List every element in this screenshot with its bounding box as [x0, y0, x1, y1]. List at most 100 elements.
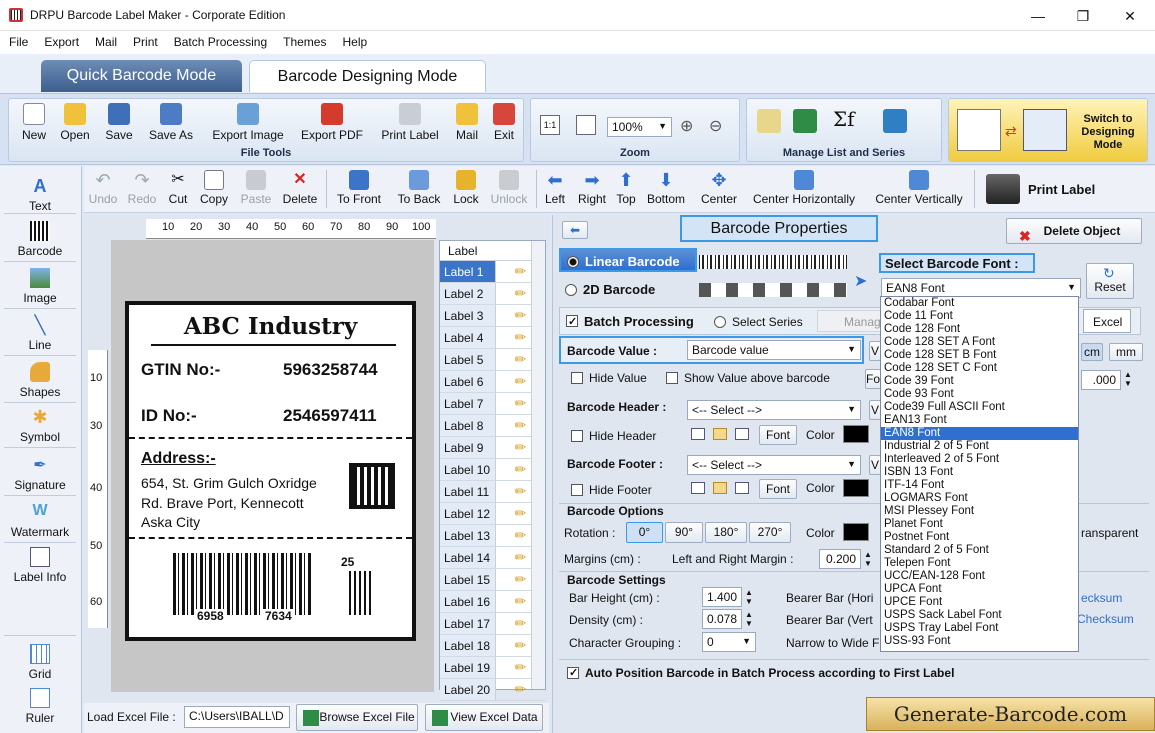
menu-export[interactable]: Export	[35, 31, 86, 49]
font-option[interactable]: Code39 Full ASCII Font	[881, 401, 1078, 414]
paste-button[interactable]: Paste	[238, 170, 274, 206]
hide-header-checkbox[interactable]: Hide Header	[571, 429, 656, 443]
maximize-button[interactable]: ❐	[1063, 4, 1103, 28]
font-option[interactable]: USPS Sack Label Font	[881, 609, 1078, 622]
font-option[interactable]: UPCE Font	[881, 596, 1078, 609]
rotation-270-button[interactable]: 270°	[749, 522, 791, 543]
shapes-tool[interactable]: Shapes	[0, 362, 80, 399]
label-list-item[interactable]: Label 15 ✏	[440, 569, 545, 591]
align-center-icon[interactable]	[713, 482, 727, 494]
export-image-button[interactable]: Export Image	[207, 103, 289, 142]
label-list-item[interactable]: Label 2 ✏	[440, 283, 545, 305]
switch-designing-button[interactable]: ⇄ Switch to Designing Mode	[948, 98, 1148, 162]
save-button[interactable]: Save	[101, 103, 137, 142]
density-input[interactable]: 0.078	[702, 609, 742, 629]
unlock-button[interactable]: Unlock	[488, 170, 530, 206]
label-list-item[interactable]: Label 7 ✏	[440, 393, 545, 415]
font-option[interactable]: Code 39 Font	[881, 375, 1078, 388]
unit-mm-button[interactable]: mm	[1109, 343, 1143, 361]
mail-button[interactable]: Mail	[451, 103, 483, 142]
font-option[interactable]: MSI Plessey Font	[881, 505, 1078, 518]
label-list-item[interactable]: Label 12 ✏	[440, 503, 545, 525]
header-color-swatch[interactable]	[843, 425, 869, 443]
font-option[interactable]: Code 128 Font	[881, 323, 1078, 336]
label-list-item[interactable]: Label 5 ✏	[440, 349, 545, 371]
font-option[interactable]: EAN8 Font	[881, 427, 1078, 440]
export-pdf-button[interactable]: Export PDF	[297, 103, 367, 142]
font-option[interactable]: USS-93 Font	[881, 635, 1078, 648]
label-list-item[interactable]: Label 18 ✏	[440, 635, 545, 657]
new-button[interactable]: New	[19, 103, 49, 142]
align-right-button[interactable]: ➡ Right	[576, 170, 608, 206]
spinner-icon[interactable]: ▲ ▼	[745, 588, 753, 606]
spinner-icon[interactable]: ▲ ▼	[864, 550, 872, 568]
cut-button[interactable]: ✂ Cut	[166, 170, 190, 206]
align-top-button[interactable]: ⬆ Top	[614, 170, 638, 206]
excel-path-input[interactable]: C:\Users\IBALL\D	[184, 706, 290, 728]
char-grouping-select[interactable]: 0 ▼	[702, 632, 756, 652]
header-font-button[interactable]: Font	[759, 425, 797, 445]
menu-mail[interactable]: Mail	[86, 31, 124, 49]
delete-button[interactable]: ✕ Delete	[280, 170, 320, 206]
image-tool[interactable]: Image	[0, 268, 80, 305]
formula-icon[interactable]: Σf	[833, 107, 855, 131]
copy-button[interactable]: Copy	[196, 170, 232, 206]
hide-value-checkbox[interactable]: Hide Value	[571, 371, 647, 385]
rotation-0-button[interactable]: 0°	[626, 522, 663, 543]
tab-barcode-designing-mode[interactable]: Barcode Designing Mode	[249, 60, 486, 92]
series-icon[interactable]	[883, 109, 907, 133]
font-option[interactable]: Code 11 Font	[881, 310, 1078, 323]
font-option[interactable]: ISBN 13 Font	[881, 466, 1078, 479]
fit-icon[interactable]	[576, 115, 596, 135]
footer-select[interactable]: <-- Select --> ▼	[687, 455, 861, 475]
center-vertically-button[interactable]: Center Vertically	[870, 170, 968, 206]
font-option[interactable]: Code 128 SET B Font	[881, 349, 1078, 362]
font-option[interactable]: Industrial 2 of 5 Font	[881, 440, 1078, 453]
font-option[interactable]: LOGMARS Font	[881, 492, 1078, 505]
menu-themes[interactable]: Themes	[274, 31, 333, 49]
save-as-button[interactable]: Save As	[143, 103, 199, 142]
barcode-font-select[interactable]: EAN8 Font ▼	[881, 278, 1081, 298]
label-list-item[interactable]: Label 6 ✏	[440, 371, 545, 393]
show-value-above-checkbox[interactable]: Show Value above barcode	[666, 371, 830, 385]
grid-tool[interactable]: Grid	[0, 644, 80, 681]
exit-button[interactable]: Exit	[489, 103, 519, 142]
font-option[interactable]: Telepen Font	[881, 557, 1078, 570]
label-list-item[interactable]: Label 10 ✏	[440, 459, 545, 481]
print-label-ribbon-button[interactable]: Print Label	[377, 103, 443, 142]
center-button[interactable]: ✥ Center	[698, 170, 740, 206]
linear-barcode-radio[interactable]: Linear Barcode	[559, 248, 697, 272]
to-back-button[interactable]: To Back	[394, 170, 444, 206]
undo-button[interactable]: ↶ Undo	[88, 170, 118, 206]
label-list-item[interactable]: Label 9 ✏	[440, 437, 545, 459]
font-option[interactable]: Standard 2 of 5 Font	[881, 544, 1078, 557]
menu-file[interactable]: File	[0, 31, 35, 49]
align-left-icon[interactable]	[691, 428, 705, 440]
value-spacing-input[interactable]: .000	[1081, 370, 1121, 390]
font-option[interactable]: Planet Font	[881, 518, 1078, 531]
menu-print[interactable]: Print	[124, 31, 165, 49]
delete-object-button[interactable]: ✖ Delete Object	[1006, 218, 1142, 244]
rotation-180-button[interactable]: 180°	[705, 522, 747, 543]
font-option[interactable]: USPS Tray Label Font	[881, 622, 1078, 635]
barcode-tool[interactable]: Barcode	[0, 221, 80, 258]
tab-quick-barcode-mode[interactable]: Quick Barcode Mode	[41, 60, 242, 92]
redo-button[interactable]: ↷ Redo	[126, 170, 158, 206]
spinner-icon[interactable]: ▲ ▼	[745, 610, 753, 628]
back-button[interactable]: ⬅	[562, 221, 588, 239]
label-list-scrollbar[interactable]	[531, 241, 545, 689]
font-option[interactable]: Codabar Font	[881, 297, 1078, 310]
zoom-out-icon[interactable]: ⊖	[709, 116, 722, 136]
align-right-icon[interactable]	[735, 482, 749, 494]
font-option[interactable]: Code 128 SET C Font	[881, 362, 1078, 375]
lock-button[interactable]: Lock	[450, 170, 482, 206]
label-list-item[interactable]: Label 3 ✏	[440, 305, 545, 327]
font-option[interactable]: Postnet Font	[881, 531, 1078, 544]
minimize-button[interactable]: —	[1018, 4, 1058, 28]
menu-batch-processing[interactable]: Batch Processing	[165, 31, 274, 49]
label-list-item[interactable]: Label 4 ✏	[440, 327, 545, 349]
zoom-in-icon[interactable]: ⊕	[680, 116, 693, 136]
barcode-color-swatch[interactable]	[843, 523, 869, 541]
barcode-value-select[interactable]: Barcode value ▼	[687, 340, 861, 360]
manage-series-button[interactable]: Manag	[817, 310, 889, 332]
